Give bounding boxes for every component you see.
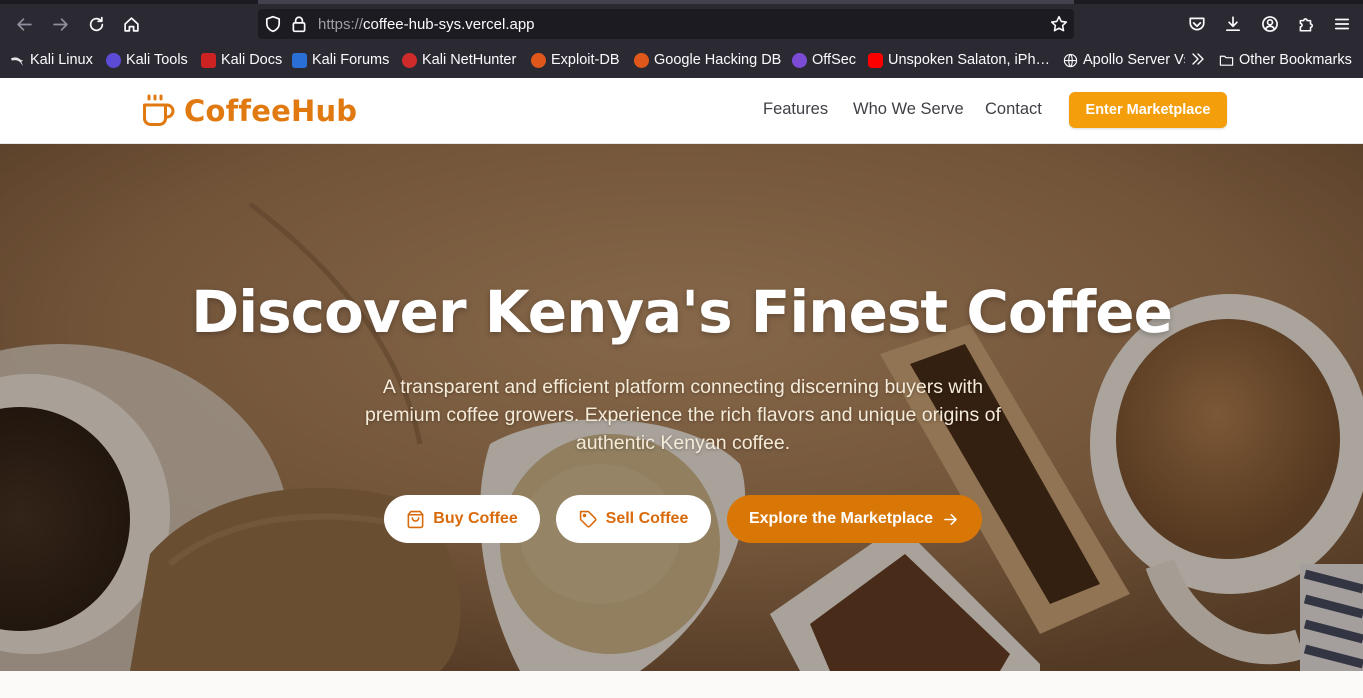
address-bar[interactable]: https://coffee-hub-sys.vercel.app <box>258 9 1074 39</box>
hero-section: Discover Kenya's Finest Coffee A transpa… <box>0 144 1363 671</box>
lock-icon[interactable] <box>290 15 308 33</box>
home-icon <box>123 16 139 32</box>
brand-name: CoffeeHub <box>184 94 358 128</box>
active-tab-indicator <box>258 0 1074 4</box>
extensions-button[interactable] <box>1295 13 1317 35</box>
shopping-bag-icon <box>407 510 424 528</box>
buy-coffee-label: Buy Coffee <box>433 510 518 527</box>
ghdb-icon <box>634 52 649 68</box>
downloads-button[interactable] <box>1222 13 1244 35</box>
tab-strip <box>0 0 1363 4</box>
other-bookmarks-label: Other Bookmarks <box>1239 52 1352 68</box>
sell-coffee-button[interactable]: Sell Coffee <box>556 495 711 543</box>
bookmark-youtube-video[interactable]: Unspoken Salaton, iPh… <box>868 50 1050 70</box>
arrow-left-icon <box>16 17 32 31</box>
kali-forums-icon <box>292 52 307 68</box>
bookmark-label: Exploit-DB <box>551 52 620 68</box>
offsec-icon <box>792 52 807 68</box>
hero-title: Discover Kenya's Finest Coffee <box>191 278 1173 346</box>
bookmark-kali-docs[interactable]: Kali Docs <box>201 50 282 70</box>
exploit-db-icon <box>531 52 546 68</box>
coffee-cup-icon <box>143 94 175 126</box>
site-header: CoffeeHub Features Who We Serve Contact … <box>0 78 1363 144</box>
bookmark-offsec[interactable]: OffSec <box>792 50 856 70</box>
reload-button[interactable] <box>83 11 109 37</box>
nethunter-icon <box>402 52 417 68</box>
tracking-protection-shield-icon[interactable] <box>264 15 282 33</box>
arrow-right-icon <box>944 513 957 525</box>
youtube-icon <box>868 52 883 68</box>
bookmark-label: Apollo Server Vs <box>1083 52 1185 68</box>
nav-features-link[interactable]: Features <box>763 100 828 119</box>
bookmark-label: Kali Tools <box>126 52 188 68</box>
bookmarks-overflow-chevron-icon[interactable] <box>1190 51 1206 67</box>
kali-dragon-icon <box>10 56 24 66</box>
brand-logo-link[interactable]: CoffeeHub <box>140 91 357 131</box>
bookmark-kali-forums[interactable]: Kali Forums <box>292 50 389 70</box>
pocket-button[interactable] <box>1186 13 1208 35</box>
bookmarks-toolbar: Kali Linux Kali Tools Kali Docs Kali For… <box>0 48 1363 72</box>
pocket-icon <box>1189 17 1205 31</box>
bookmark-kali-tools[interactable]: Kali Tools <box>106 50 188 70</box>
next-section-strip <box>0 671 1363 698</box>
bookmark-label: Unspoken Salaton, iPh… <box>888 52 1051 68</box>
nav-who-we-serve-link[interactable]: Who We Serve <box>853 100 964 119</box>
enter-marketplace-button[interactable]: Enter Marketplace <box>1069 92 1227 128</box>
bookmark-kali-nethunter[interactable]: Kali NetHunter <box>402 50 516 70</box>
download-icon <box>1225 16 1241 32</box>
kali-tools-icon <box>106 52 121 68</box>
bookmark-label: Kali Linux <box>30 52 93 68</box>
account-icon <box>1262 16 1278 32</box>
puzzle-icon <box>1299 18 1313 32</box>
folder-icon <box>1219 55 1234 66</box>
sell-coffee-label: Sell Coffee <box>605 510 689 527</box>
bookmark-apollo-server[interactable]: Apollo Server Vs <box>1063 50 1185 70</box>
bookmark-label: Kali Forums <box>312 52 390 68</box>
browser-toolbar: https://coffee-hub-sys.vercel.app Kali L… <box>0 0 1363 78</box>
bookmark-label: Kali Docs <box>221 52 283 68</box>
explore-marketplace-label: Explore the Marketplace <box>748 510 934 527</box>
home-button[interactable] <box>118 11 144 37</box>
hero-subtitle: A transparent and efficient platform con… <box>365 376 1001 454</box>
bookmark-label: Google Hacking DB <box>654 52 782 68</box>
bookmark-star-icon[interactable] <box>1050 15 1068 33</box>
back-button[interactable] <box>11 11 37 37</box>
url-host: coffee-hub-sys.vercel.app <box>363 16 535 33</box>
app-menu-button[interactable] <box>1331 13 1353 35</box>
explore-marketplace-button[interactable]: Explore the Marketplace <box>727 495 982 543</box>
forward-button[interactable] <box>47 11 73 37</box>
url-text[interactable]: https://coffee-hub-sys.vercel.app <box>318 16 535 33</box>
other-bookmarks-folder[interactable]: Other Bookmarks <box>1219 50 1352 70</box>
tag-icon <box>579 510 597 528</box>
nav-contact-link[interactable]: Contact <box>985 100 1042 119</box>
arrow-right-icon <box>52 17 68 31</box>
kali-docs-icon <box>201 52 216 68</box>
buy-coffee-button[interactable]: Buy Coffee <box>384 495 540 543</box>
hamburger-menu-icon <box>1334 18 1350 30</box>
bookmark-exploit-db[interactable]: Exploit-DB <box>531 50 620 70</box>
account-button[interactable] <box>1259 13 1281 35</box>
bookmark-label: OffSec <box>812 52 857 68</box>
reload-icon <box>89 16 103 31</box>
url-scheme: https:// <box>318 16 364 33</box>
bookmark-google-hacking-db[interactable]: Google Hacking DB <box>634 50 781 70</box>
bookmark-label: Kali NetHunter <box>422 52 517 68</box>
globe-icon <box>1063 53 1078 67</box>
bookmark-kali-linux[interactable]: Kali Linux <box>10 50 93 70</box>
